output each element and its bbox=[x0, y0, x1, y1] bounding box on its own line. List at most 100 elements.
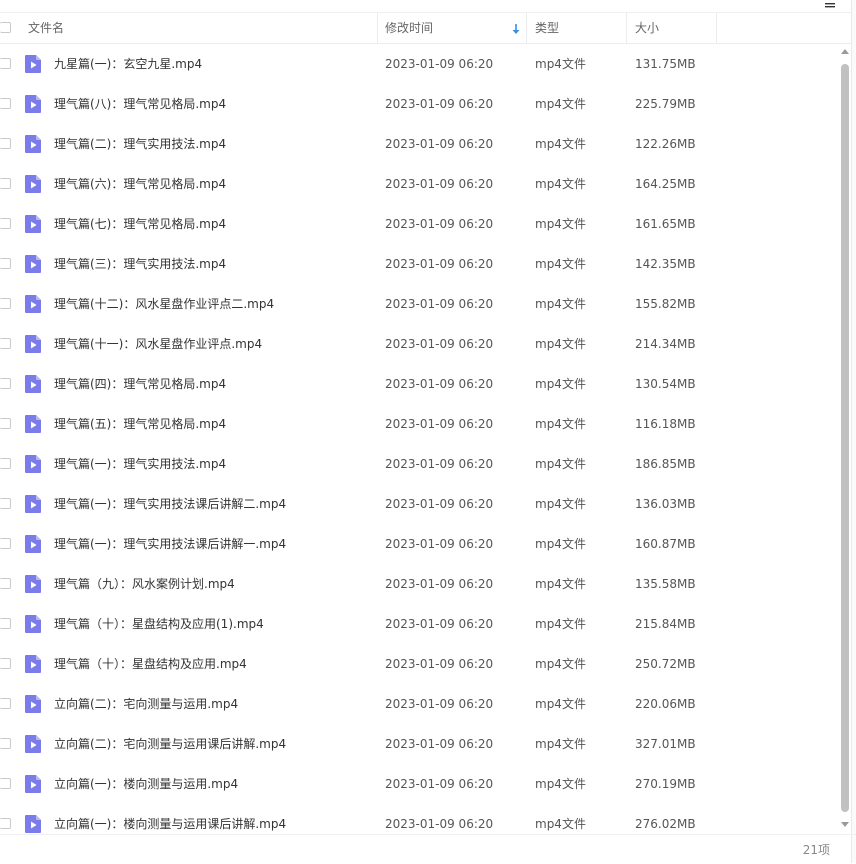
video-file-icon bbox=[25, 695, 41, 713]
column-header-name[interactable]: 文件名 bbox=[20, 13, 378, 43]
select-all-checkbox[interactable] bbox=[0, 22, 11, 33]
row-checkbox[interactable] bbox=[0, 618, 11, 629]
file-name: 理气篇(七)：理气常见格局.mp4 bbox=[54, 217, 227, 231]
file-row[interactable]: 理气篇(三)：理气实用技法.mp4 2023-01-09 06:20 mp4文件 14… bbox=[0, 244, 838, 284]
file-row[interactable]: 理气篇(七)：理气常见格局.mp4 2023-01-09 06:20 mp4文件 16… bbox=[0, 204, 838, 244]
file-modified: 2023-01-09 06:20 bbox=[385, 697, 494, 711]
video-file-icon bbox=[25, 335, 41, 353]
file-row[interactable]: 理气篇(一)：理气实用技法课后讲解二.mp4 2023-01-09 06:20 mp… bbox=[0, 484, 838, 524]
video-file-icon bbox=[25, 135, 41, 153]
video-file-icon bbox=[25, 655, 41, 673]
file-type: mp4文件 bbox=[535, 457, 586, 471]
file-row[interactable]: 理气篇（十）：星盘结构及应用.mp4 2023-01-09 06:20 mp4文件 2… bbox=[0, 644, 838, 684]
video-file-icon bbox=[25, 495, 41, 513]
row-checkbox[interactable] bbox=[0, 98, 11, 109]
file-row[interactable]: 理气篇(十二)：风水星盘作业评点二.mp4 2023-01-09 06:20 mp4… bbox=[0, 284, 838, 324]
video-file-icon bbox=[25, 95, 41, 113]
arrow-down-icon bbox=[512, 13, 520, 43]
video-file-icon bbox=[25, 535, 41, 553]
row-checkbox[interactable] bbox=[0, 298, 11, 309]
column-header-name-label: 文件名 bbox=[28, 21, 65, 35]
file-row[interactable]: 九星篇(一)：玄空九星.mp4 2023-01-09 06:20 mp4文件 131.… bbox=[0, 44, 838, 84]
view-mode-icon[interactable] bbox=[824, 0, 836, 8]
file-type: mp4文件 bbox=[535, 537, 586, 551]
file-row[interactable]: 理气篇(五)：理气常见格局.mp4 2023-01-09 06:20 mp4文件 11… bbox=[0, 404, 838, 444]
row-checkbox[interactable] bbox=[0, 178, 11, 189]
file-size: 136.03MB bbox=[635, 497, 696, 511]
file-row[interactable]: 理气篇(八)：理气常见格局.mp4 2023-01-09 06:20 mp4文件 22… bbox=[0, 84, 838, 124]
file-row[interactable]: 理气篇(一)：理气实用技法.mp4 2023-01-09 06:20 mp4文件 18… bbox=[0, 444, 838, 484]
file-size: 142.35MB bbox=[635, 257, 696, 271]
file-row[interactable]: 理气篇(十一)：风水星盘作业评点.mp4 2023-01-09 06:20 mp4文… bbox=[0, 324, 838, 364]
file-name: 理气篇(二)：理气实用技法.mp4 bbox=[54, 137, 227, 151]
file-size: 225.79MB bbox=[635, 97, 696, 111]
file-modified: 2023-01-09 06:20 bbox=[385, 137, 494, 151]
file-modified: 2023-01-09 06:20 bbox=[385, 257, 494, 271]
file-size: 270.19MB bbox=[635, 777, 696, 791]
file-name: 理气篇(一)：理气实用技法课后讲解一.mp4 bbox=[54, 537, 287, 551]
file-size: 161.65MB bbox=[635, 217, 696, 231]
video-file-icon bbox=[25, 455, 41, 473]
file-size: 214.34MB bbox=[635, 337, 696, 351]
row-checkbox[interactable] bbox=[0, 458, 11, 469]
column-header-type[interactable]: 类型 bbox=[526, 13, 627, 43]
file-size: 215.84MB bbox=[635, 617, 696, 631]
file-name: 理气篇(一)：理气实用技法.mp4 bbox=[54, 457, 227, 471]
file-row[interactable]: 理气篇(六)：理气常见格局.mp4 2023-01-09 06:20 mp4文件 16… bbox=[0, 164, 838, 204]
file-modified: 2023-01-09 06:20 bbox=[385, 737, 494, 751]
file-modified: 2023-01-09 06:20 bbox=[385, 657, 494, 671]
file-name: 理气篇(十二)：风水星盘作业评点二.mp4 bbox=[54, 297, 275, 311]
file-name: 立向篇(一)：楼向测量与运用.mp4 bbox=[54, 777, 239, 791]
file-modified: 2023-01-09 06:20 bbox=[385, 217, 494, 231]
file-modified: 2023-01-09 06:20 bbox=[385, 777, 494, 791]
row-checkbox[interactable] bbox=[0, 378, 11, 389]
file-name: 理气篇(六)：理气常见格局.mp4 bbox=[54, 177, 227, 191]
file-row[interactable]: 立向篇(一)：楼向测量与运用.mp4 2023-01-09 06:20 mp4文件 2… bbox=[0, 764, 838, 804]
file-row[interactable]: 理气篇（九）：风水案例计划.mp4 2023-01-09 06:20 mp4文件 13… bbox=[0, 564, 838, 604]
file-type: mp4文件 bbox=[535, 737, 586, 751]
row-checkbox[interactable] bbox=[0, 738, 11, 749]
row-checkbox[interactable] bbox=[0, 338, 11, 349]
row-checkbox[interactable] bbox=[0, 818, 11, 829]
vertical-scrollbar[interactable] bbox=[839, 44, 851, 834]
file-name: 理气篇（九）：风水案例计划.mp4 bbox=[54, 577, 235, 591]
row-checkbox[interactable] bbox=[0, 538, 11, 549]
row-checkbox[interactable] bbox=[0, 58, 11, 69]
file-type: mp4文件 bbox=[535, 617, 586, 631]
file-row[interactable]: 理气篇(一)：理气实用技法课后讲解一.mp4 2023-01-09 06:20 mp… bbox=[0, 524, 838, 564]
file-type: mp4文件 bbox=[535, 697, 586, 711]
row-checkbox[interactable] bbox=[0, 658, 11, 669]
file-modified: 2023-01-09 06:20 bbox=[385, 97, 494, 111]
row-checkbox[interactable] bbox=[0, 778, 11, 789]
file-list: 九星篇(一)：玄空九星.mp4 2023-01-09 06:20 mp4文件 131.… bbox=[0, 44, 838, 834]
column-header-row: 文件名 修改时间 类型 大小 bbox=[0, 13, 856, 44]
file-size: 131.75MB bbox=[635, 57, 696, 71]
file-row[interactable]: 理气篇(二)：理气实用技法.mp4 2023-01-09 06:20 mp4文件 12… bbox=[0, 124, 838, 164]
row-checkbox[interactable] bbox=[0, 498, 11, 509]
column-header-modified[interactable]: 修改时间 bbox=[377, 13, 527, 43]
scroll-down-icon[interactable] bbox=[841, 822, 849, 827]
row-checkbox[interactable] bbox=[0, 258, 11, 269]
file-row[interactable]: 立向篇(二)：宅向测量与运用课后讲解.mp4 2023-01-09 06:20 mp… bbox=[0, 724, 838, 764]
file-name: 理气篇（十）：星盘结构及应用.mp4 bbox=[54, 657, 247, 671]
file-row[interactable]: 立向篇(二)：宅向测量与运用.mp4 2023-01-09 06:20 mp4文件 2… bbox=[0, 684, 838, 724]
file-modified: 2023-01-09 06:20 bbox=[385, 617, 494, 631]
video-file-icon bbox=[25, 415, 41, 433]
scrollbar-thumb[interactable] bbox=[841, 64, 849, 812]
file-row[interactable]: 理气篇（十）：星盘结构及应用(1).mp4 2023-01-09 06:20 mp4… bbox=[0, 604, 838, 644]
row-checkbox[interactable] bbox=[0, 418, 11, 429]
scroll-up-icon[interactable] bbox=[841, 49, 849, 54]
file-type: mp4文件 bbox=[535, 577, 586, 591]
file-type: mp4文件 bbox=[535, 657, 586, 671]
column-header-size[interactable]: 大小 bbox=[626, 13, 717, 43]
row-checkbox[interactable] bbox=[0, 698, 11, 709]
row-checkbox[interactable] bbox=[0, 138, 11, 149]
file-type: mp4文件 bbox=[535, 417, 586, 431]
file-type: mp4文件 bbox=[535, 177, 586, 191]
row-checkbox[interactable] bbox=[0, 578, 11, 589]
file-row[interactable]: 立向篇(一)：楼向测量与运用课后讲解.mp4 2023-01-09 06:20 mp… bbox=[0, 804, 838, 834]
row-checkbox[interactable] bbox=[0, 218, 11, 229]
file-type: mp4文件 bbox=[535, 817, 586, 831]
file-row[interactable]: 理气篇(四)：理气常见格局.mp4 2023-01-09 06:20 mp4文件 13… bbox=[0, 364, 838, 404]
file-size: 327.01MB bbox=[635, 737, 696, 751]
